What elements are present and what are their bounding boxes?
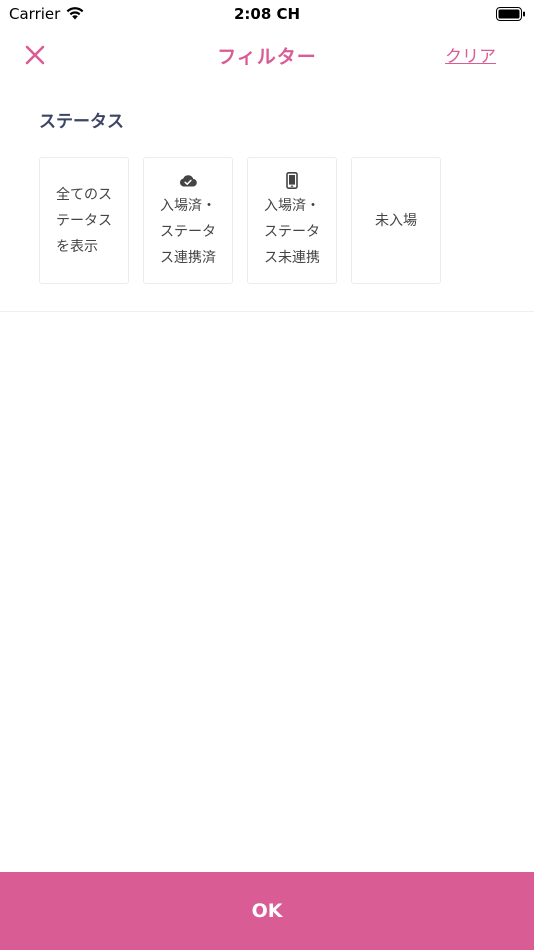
filter-option-entered-synced[interactable]: 入場済・ ステータ ス連携済 (143, 157, 233, 284)
filter-option-label: 未入場 (375, 212, 417, 229)
clear-button[interactable]: クリア (441, 42, 496, 67)
filter-option-entered-unsynced[interactable]: 入場済・ ステータ ス未連携 (247, 157, 337, 284)
filter-option-label: 入場済・ ステータ ス連携済 (160, 197, 216, 266)
status-section-title: ステータス (39, 112, 124, 132)
status-filter-options: 全てのス テータス を表示 入場済・ ステータ ス連携済 入場済・ ステータ ス… (39, 157, 441, 284)
filter-option-not-entered[interactable]: 未入場 (351, 157, 441, 284)
smartphone-icon (286, 171, 298, 191)
clock: 2:08 CH (233, 5, 301, 23)
navigation-bar: フィルター クリア (0, 28, 534, 84)
filter-option-all[interactable]: 全てのス テータス を表示 (39, 157, 129, 284)
filter-option-label: 全てのス テータス を表示 (56, 186, 112, 255)
battery-icon (496, 6, 526, 25)
filter-option-label: 入場済・ ステータ ス未連携 (264, 197, 320, 266)
cloud-check-icon (179, 171, 197, 191)
divider (0, 311, 534, 312)
status-bar: Carrier 2:08 CH (0, 0, 534, 28)
ok-button[interactable]: OK (0, 872, 534, 950)
